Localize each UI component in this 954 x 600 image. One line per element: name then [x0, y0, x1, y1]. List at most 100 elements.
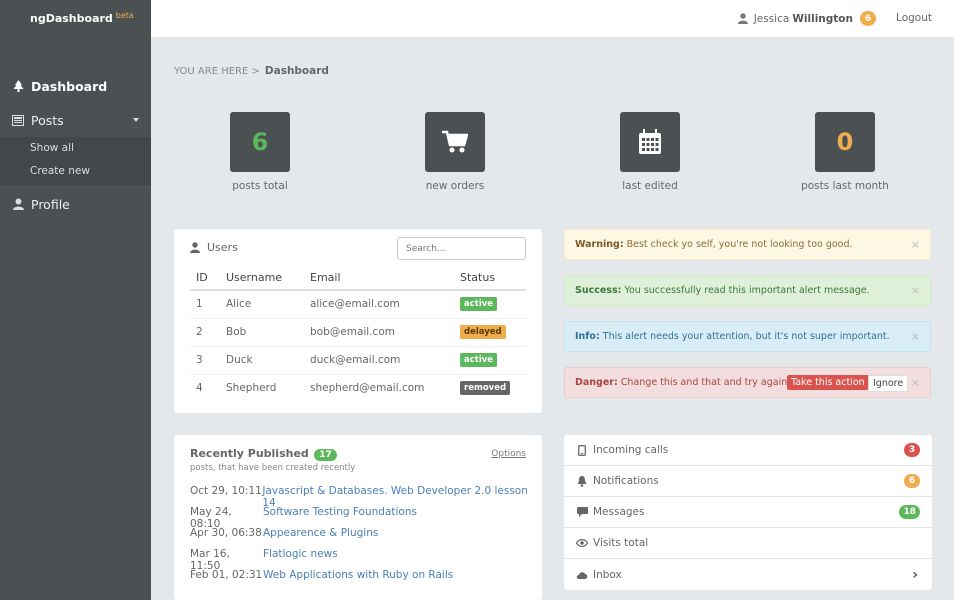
sidebar: ngDashboard beta Dashboard Posts Show all… — [0, 0, 151, 600]
logo-text: ngDashboard — [30, 12, 113, 25]
recent-count-badge: 17 — [314, 449, 337, 461]
post-date: Apr 30, 06:38 — [190, 527, 262, 539]
column-header-id[interactable]: ID — [190, 265, 220, 291]
stat-box: 0 — [815, 112, 875, 172]
topbar: Jessica Willington 6 Logout — [151, 0, 954, 38]
bell-icon — [576, 475, 588, 487]
logout-link[interactable]: Logout — [896, 12, 932, 24]
post-date: May 24, 08:10 — [190, 506, 232, 530]
table-header-row: ID Username Email Status — [190, 265, 526, 291]
recent-panel: Recently Published 17 posts, that have b… — [174, 435, 542, 600]
posts-submenu: Show all Create new — [0, 137, 151, 185]
cell-id: 2 — [190, 318, 220, 347]
cell-username: Duck — [220, 346, 304, 375]
user-icon — [12, 198, 24, 210]
user-badge: 6 — [860, 11, 876, 26]
close-icon[interactable]: × — [911, 238, 920, 251]
alert-label: Warning: — [575, 239, 624, 250]
user-menu[interactable]: Jessica Willington 6 — [737, 11, 876, 26]
submenu-show-all[interactable]: Show all — [0, 137, 151, 160]
summary-list: Incoming calls 3 Notifications 6 Message… — [564, 435, 932, 590]
list-item: May 24, 08:10 Software Testing Foundation… — [190, 506, 542, 530]
sidebar-item-profile[interactable]: Profile — [0, 189, 151, 219]
user-first-name: Jessica — [753, 12, 790, 25]
take-action-button[interactable]: Take this action — [787, 375, 869, 390]
alert-warning: Warning: Best check yo self, you're not l… — [564, 229, 931, 260]
alert-text: This alert needs your attention, but it'… — [602, 331, 890, 342]
cell-id: 4 — [196, 382, 203, 395]
comment-icon — [576, 507, 588, 517]
status-badge: delayed — [460, 325, 506, 339]
table-row[interactable]: 4 Shepherd shepherd@email.com removed — [190, 374, 526, 402]
cell-status: delayed — [454, 318, 526, 347]
status-badge: active — [460, 353, 498, 367]
list-item: Apr 30, 06:38 Appearence & Plugins — [190, 527, 542, 548]
cloud-icon — [576, 571, 588, 579]
chevron-down-icon — [133, 118, 139, 122]
stat-value: 0 — [836, 128, 854, 156]
sidebar-item-label: Posts — [31, 112, 64, 128]
post-link[interactable]: Appearence & Plugins — [263, 527, 378, 548]
list-item-label: Incoming calls — [593, 444, 669, 456]
cell-status: removed — [454, 374, 526, 402]
stat-posts-last-month: 0 posts last month — [775, 112, 915, 192]
table-row[interactable]: 2 Bob bob@email.com delayed — [190, 318, 526, 347]
post-link[interactable]: Web Applications with Ruby on Rails — [263, 569, 453, 590]
sidebar-item-dashboard[interactable]: Dashboard — [0, 71, 151, 101]
alert-text: Best check yo self, you're not looking t… — [626, 239, 853, 250]
post-link[interactable]: Software Testing Foundations — [263, 506, 417, 527]
table-row[interactable]: 3 Duck duck@email.com active — [190, 346, 526, 375]
column-header-email[interactable]: Email — [304, 265, 454, 291]
close-icon[interactable]: × — [911, 376, 920, 389]
alert-danger: Danger: Change this and that and try agai… — [564, 367, 931, 398]
cell-status: active — [454, 346, 526, 375]
stat-new-orders: new orders — [385, 112, 525, 192]
options-link[interactable]: Options — [491, 449, 526, 459]
alert-text: You successfully read this important ale… — [624, 285, 870, 296]
list-item: Mar 16, 11:50 Flatlogic news — [190, 548, 542, 572]
list-item-visits-total[interactable]: Visits total — [564, 528, 932, 559]
cell-id: 1 — [190, 290, 220, 319]
breadcrumb-prefix: YOU ARE HERE > — [174, 66, 260, 77]
stat-label: posts total — [232, 180, 288, 192]
cell-username: Bob — [220, 318, 304, 347]
sidebar-item-label: Dashboard — [31, 78, 108, 94]
cell-email: bob@email.com — [304, 318, 454, 347]
column-header-status[interactable]: Status — [454, 265, 526, 291]
list-item-messages[interactable]: Messages 18 — [564, 497, 932, 528]
close-icon[interactable]: × — [911, 330, 920, 343]
list-item-inbox[interactable]: Inbox › — [564, 559, 932, 590]
list-item-incoming-calls[interactable]: Incoming calls 3 — [564, 435, 932, 466]
list-item-label: Inbox — [593, 568, 622, 581]
beta-badge: beta — [115, 11, 134, 20]
sidebar-item-posts[interactable]: Posts — [0, 105, 151, 135]
tree-icon — [12, 80, 24, 92]
alert-success: Success: You successfully read this impor… — [564, 275, 931, 306]
users-panel: Users ID Username Email Status 1 Alice a… — [174, 229, 542, 413]
logo[interactable]: ngDashboard beta — [30, 11, 134, 25]
count-badge: 6 — [904, 474, 920, 488]
submenu-create-new[interactable]: Create new — [0, 160, 151, 183]
close-icon[interactable]: × — [911, 284, 920, 297]
ignore-button[interactable]: Ignore — [868, 375, 909, 392]
cell-id: 3 — [190, 346, 220, 375]
status-badge: active — [460, 297, 498, 312]
search-input[interactable] — [397, 237, 526, 260]
list-item-label: Visits total — [593, 537, 649, 549]
alert-label: Danger: — [575, 377, 618, 388]
user-icon — [190, 242, 200, 253]
users-table: ID Username Email Status 1 Alice alice@e… — [190, 265, 526, 402]
list-item: Oct 29, 10:11 Javascript & Databases. Web… — [190, 485, 542, 509]
user-last-name: Willington — [792, 12, 853, 25]
stat-box — [620, 112, 680, 172]
list-item-notifications[interactable]: Notifications 6 — [564, 466, 932, 497]
post-link[interactable]: Javascript & Databases. Web Developer 2.… — [262, 485, 542, 509]
table-row[interactable]: 1 Alice alice@email.com active — [190, 290, 526, 319]
stat-label: last edited — [622, 180, 678, 192]
post-link[interactable]: Flatlogic news — [263, 548, 338, 569]
stat-label: posts last month — [801, 180, 889, 192]
stat-box — [425, 112, 485, 172]
chevron-right-icon: › — [912, 566, 918, 583]
column-header-username[interactable]: Username — [220, 265, 304, 291]
cell-username: Alice — [220, 290, 304, 319]
